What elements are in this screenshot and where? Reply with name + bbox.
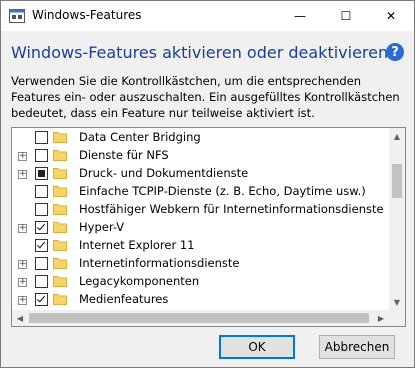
feature-checkbox[interactable] (35, 293, 48, 306)
close-icon: ✕ (385, 9, 397, 23)
horizontal-scroll-thumb[interactable] (29, 313, 369, 323)
feature-label: Medienfeatures (79, 292, 169, 306)
minimize-icon: — (294, 9, 306, 23)
feature-label: Dienste für NFS (79, 148, 169, 162)
minimize-button[interactable]: — (277, 1, 323, 31)
feature-checkbox[interactable] (35, 185, 48, 198)
feature-checkbox[interactable] (35, 257, 48, 270)
feature-label: Legacykomponenten (79, 274, 200, 288)
feature-row[interactable]: + Medienfeatures (12, 291, 389, 309)
expand-icon[interactable]: + (18, 296, 27, 305)
ok-button[interactable]: OK (219, 335, 295, 359)
scroll-left-icon[interactable]: ◀ (12, 310, 28, 326)
cancel-button[interactable]: Abbrechen (319, 335, 395, 359)
vertical-scrollbar[interactable]: ▲ ▼ (389, 128, 405, 310)
help-icon[interactable]: ? (386, 43, 404, 61)
feature-checkbox[interactable] (35, 167, 48, 180)
feature-row[interactable]: Einfache TCPIP-Dienste (z. B. Echo, Dayt… (12, 183, 389, 201)
maximize-icon: ☐ (340, 9, 352, 23)
feature-checkbox[interactable] (35, 149, 48, 162)
folder-icon (53, 258, 67, 269)
folder-icon (53, 294, 67, 305)
feature-checkbox[interactable] (35, 203, 48, 216)
expand-icon[interactable]: + (18, 152, 27, 161)
feature-row[interactable]: + Hyper-V (12, 219, 389, 237)
window-title: Windows-Features (32, 8, 142, 22)
expand-icon[interactable]: + (18, 260, 27, 269)
feature-label: Internet Explorer 11 (79, 238, 195, 252)
windows-features-dialog: Windows-Features — ☐ ✕ Windows-Features … (0, 0, 415, 368)
scroll-right-icon[interactable]: ▶ (373, 310, 389, 326)
feature-label: Hyper-V (79, 220, 125, 234)
feature-row[interactable]: + Legacykomponenten (12, 273, 389, 291)
maximize-button[interactable]: ☐ (323, 1, 369, 31)
feature-label: Druck- und Dokumentdienste (79, 166, 249, 180)
title-bar[interactable]: Windows-Features — ☐ ✕ (1, 1, 414, 31)
folder-icon (53, 186, 67, 197)
windows-features-app-icon (9, 9, 25, 23)
page-heading: Windows-Features aktivieren oder deaktiv… (11, 43, 389, 62)
feature-checkbox[interactable] (35, 239, 48, 252)
expand-icon[interactable]: + (18, 170, 27, 179)
features-list: Data Center Bridging + Dienste für NFS + Dru… (12, 128, 389, 310)
folder-icon (53, 204, 67, 215)
feature-row[interactable]: + Dienste für NFS (12, 147, 389, 165)
feature-label: Data Center Bridging (79, 130, 201, 144)
folder-icon (53, 240, 67, 251)
feature-checkbox[interactable] (35, 131, 48, 144)
scroll-up-icon[interactable]: ▲ (389, 128, 405, 144)
vertical-scroll-thumb[interactable] (392, 164, 402, 198)
feature-row[interactable]: Internet Explorer 11 (12, 237, 389, 255)
feature-row[interactable]: + Druck- und Dokumentdienste (12, 165, 389, 183)
scrollbar-corner (389, 310, 405, 326)
expand-icon[interactable]: + (18, 278, 27, 287)
feature-row[interactable]: Data Center Bridging (12, 129, 389, 147)
feature-checkbox[interactable] (35, 275, 48, 288)
folder-icon (53, 168, 67, 179)
instructions-text: Verwenden Sie die Kontrollkästchen, um d… (11, 74, 400, 120)
feature-row[interactable]: Hostfähiger Webkern für Internetinformat… (12, 201, 389, 219)
feature-checkbox[interactable] (35, 221, 48, 234)
horizontal-scrollbar[interactable]: ◀ ▶ (12, 310, 389, 326)
scroll-down-icon[interactable]: ▼ (389, 294, 405, 310)
feature-label: Internetinformationsdienste (79, 256, 240, 270)
folder-icon (53, 150, 67, 161)
folder-icon (53, 132, 67, 143)
feature-row[interactable]: + Internetinformationsdienste (12, 255, 389, 273)
close-button[interactable]: ✕ (368, 1, 414, 31)
features-tree[interactable]: Data Center Bridging + Dienste für NFS + Dru… (11, 127, 406, 327)
expand-icon[interactable]: + (18, 224, 27, 233)
folder-icon (53, 276, 67, 287)
feature-label: Hostfähiger Webkern für Internetinformat… (79, 202, 384, 216)
folder-icon (53, 222, 67, 233)
feature-label: Einfache TCPIP-Dienste (z. B. Echo, Dayt… (79, 184, 366, 198)
